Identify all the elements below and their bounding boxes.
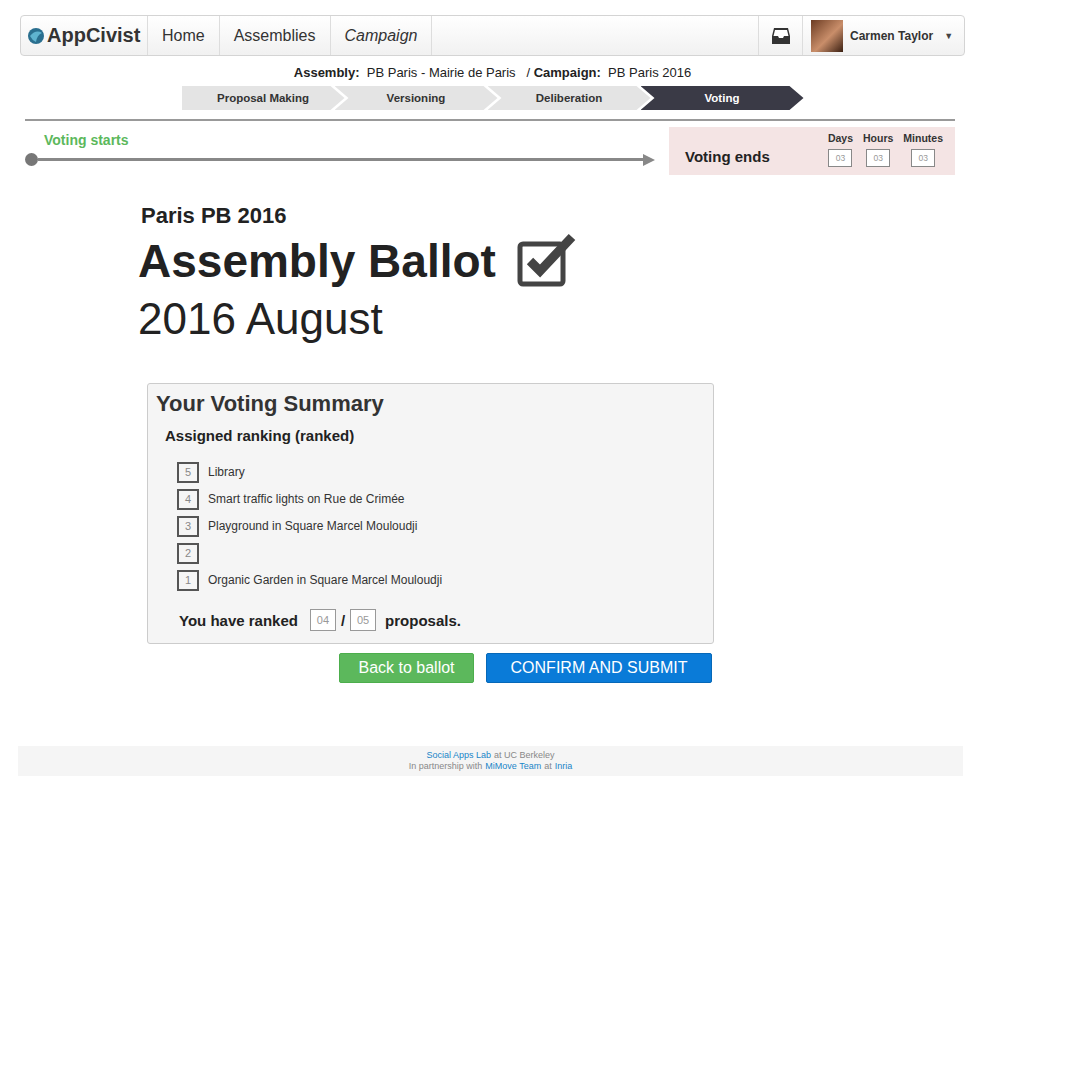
proposal-name: Smart traffic lights on Rue de Crimée	[208, 492, 405, 506]
ranking-row: 2	[177, 542, 705, 564]
voting-summary: Your Voting Summary Assigned ranking (ran…	[147, 383, 714, 644]
ballot-date: 2016 August	[138, 293, 1074, 345]
rank-box: 4	[177, 489, 199, 510]
ballot-title: Assembly Ballot	[138, 233, 1074, 289]
nav-item[interactable]: Assemblies	[220, 16, 331, 55]
voting-timeline: Voting starts Voting ends Days03 Hours03 Min…	[25, 127, 955, 175]
footer-text: at	[544, 761, 552, 772]
rank-box: 2	[177, 543, 199, 564]
voting-ends-label: Voting ends	[685, 148, 770, 167]
divider	[25, 119, 955, 121]
ranking-row: 1 Organic Garden in Square Marcel Mouloud…	[177, 569, 705, 591]
countdown-unit: Days03	[828, 132, 853, 167]
nav-spacer	[432, 16, 758, 55]
proposal-name: Library	[208, 465, 245, 479]
ranking-row: 5 Library	[177, 461, 705, 483]
timeline-arrow	[25, 153, 655, 166]
checkbox-checked-icon	[516, 233, 578, 289]
ranking-row: 4 Smart traffic lights on Rue de Crimée	[177, 488, 705, 510]
phase-step[interactable]: Deliberation	[488, 86, 651, 110]
secondary-button[interactable]: Back to ballot	[339, 653, 474, 683]
inbox-button[interactable]	[758, 16, 802, 55]
primary-button[interactable]: CONFIRM AND SUBMIT	[486, 653, 712, 683]
user-menu[interactable]: Carmen Taylor ▼	[802, 16, 964, 55]
footer: Social Apps Labat UC BerkeleyIn partners…	[18, 746, 963, 776]
ranked-count: You have ranked04/05proposals.	[179, 609, 705, 631]
footer-link[interactable]: Inria	[555, 761, 573, 772]
avatar	[811, 20, 843, 52]
proposal-name: Playground in Square Marcel Mouloudji	[208, 519, 417, 533]
phase-step[interactable]: Voting	[641, 86, 804, 110]
phase-step[interactable]: Proposal Making	[182, 86, 345, 110]
rank-box: 5	[177, 462, 199, 483]
caret-icon: ▼	[944, 31, 953, 41]
ranking-row: 3 Playground in Square Marcel Mouloudji	[177, 515, 705, 537]
actions: Back to ballot CONFIRM AND SUBMIT	[147, 653, 712, 683]
footer-text: at UC Berkeley	[494, 750, 555, 761]
inbox-icon	[771, 27, 791, 45]
footer-line: Social Apps Labat UC Berkeley	[18, 750, 963, 761]
phase-step[interactable]: Versioning	[335, 86, 498, 110]
rank-box: 1	[177, 570, 199, 591]
ranking-list: 5 Library 4 Smart traffic lights on Rue de …	[156, 461, 705, 591]
footer-line: In partnership withMiMove TeamatInria	[18, 761, 963, 772]
voting-starts-label: Voting starts	[25, 132, 655, 148]
logo-text: AppCivist	[47, 24, 140, 47]
proposal-name: Organic Garden in Square Marcel Mouloudj…	[208, 573, 442, 587]
logo-icon	[27, 27, 45, 45]
summary-title: Your Voting Summary	[156, 391, 705, 417]
user-name: Carmen Taylor	[850, 29, 933, 43]
countdown-unit: Minutes03	[903, 132, 943, 167]
campaign-name: Paris PB 2016	[138, 203, 1074, 229]
footer-text: In partnership with	[409, 761, 483, 772]
top-nav: AppCivist HomeAssembliesCampaign Carmen Ta…	[20, 15, 965, 56]
nav-item[interactable]: Campaign	[331, 16, 433, 55]
voting-ends-panel: Voting ends Days03 Hours03 Minutes03	[669, 127, 955, 175]
phase-steps: Proposal MakingVersioningDeliberationVot…	[20, 86, 965, 110]
page: AppCivist HomeAssembliesCampaign Carmen Ta…	[0, 0, 1074, 1072]
logo[interactable]: AppCivist	[21, 16, 148, 55]
nav-item[interactable]: Home	[148, 16, 220, 55]
breadcrumb: Assembly: PB Paris - Mairie de Paris / C…	[20, 65, 965, 81]
summary-subtitle: Assigned ranking (ranked)	[165, 427, 705, 444]
ballot-header: Paris PB 2016 Assembly Ballot2016 August	[138, 203, 1074, 345]
footer-link[interactable]: MiMove Team	[485, 761, 541, 772]
countdown-unit: Hours03	[863, 132, 893, 167]
countdown: Days03 Hours03 Minutes03	[828, 132, 943, 167]
footer-link[interactable]: Social Apps Lab	[426, 750, 491, 761]
rank-box: 3	[177, 516, 199, 537]
